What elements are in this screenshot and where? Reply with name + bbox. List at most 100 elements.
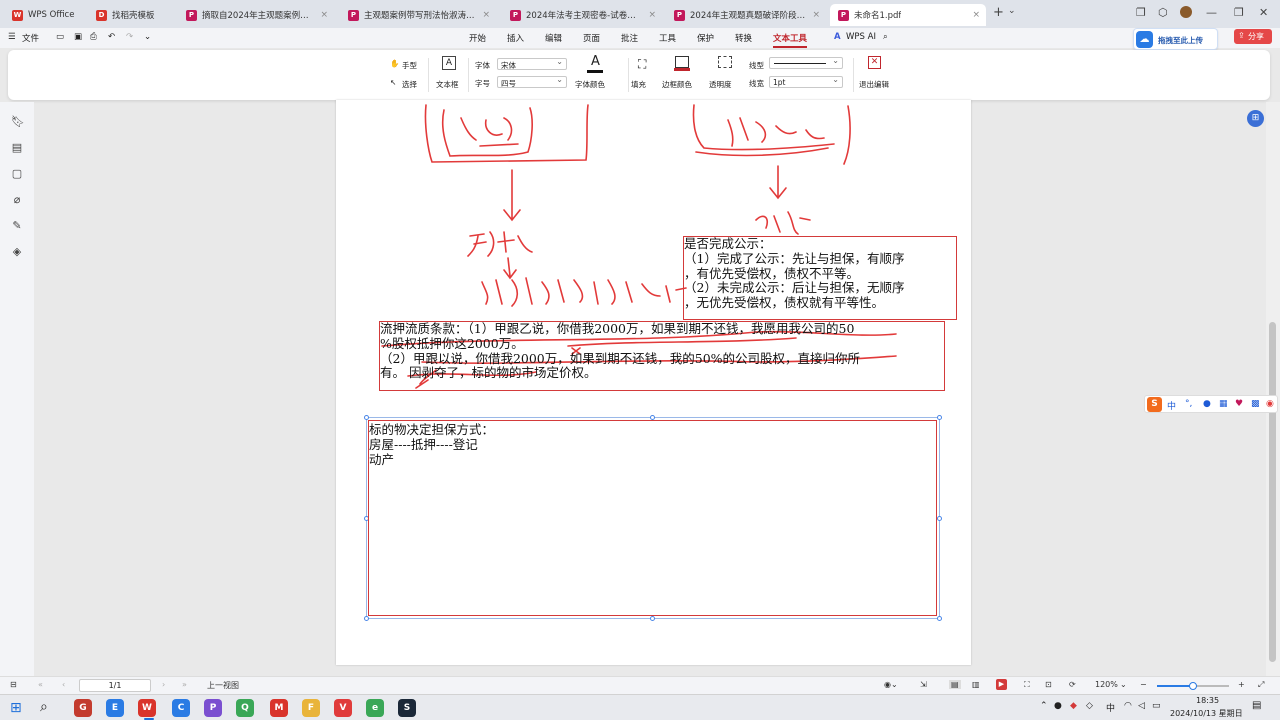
battery-icon[interactable]: ▭ — [1152, 701, 1161, 711]
tray-app-icon[interactable]: ◇ — [1086, 701, 1093, 711]
clock-date[interactable]: 2024/10/13 星期日 — [1170, 708, 1243, 719]
tab-document-2[interactable]: P 主观题案例带写刑法怡淑涛七题(1) × — [340, 4, 496, 26]
close-icon[interactable]: × — [648, 10, 656, 20]
taskbar-app-icon[interactable]: C — [172, 699, 190, 717]
sidebar-toggle-icon[interactable]: ⊟ — [10, 680, 17, 689]
wifi-icon[interactable]: ◠ — [1124, 701, 1132, 711]
save-icon[interactable]: ▣ — [74, 32, 82, 42]
page-number-input[interactable]: 1/1 — [79, 679, 151, 692]
scrollbar-thumb[interactable] — [1269, 322, 1276, 662]
avatar-icon[interactable]: ◉ — [1266, 399, 1274, 409]
font-color-button[interactable]: 字体颜色 — [575, 79, 605, 90]
ime-toolbar[interactable]: S 中 °, ● ▦ ♥ ▩ ◉ — [1144, 395, 1278, 413]
font-size-select[interactable]: 四号 — [497, 75, 567, 88]
chevron-up-icon[interactable]: ⌃ — [1040, 701, 1048, 711]
print-icon[interactable]: ⎙ — [90, 32, 97, 42]
line-type-select[interactable] — [769, 56, 843, 69]
publicity-textbox[interactable]: 是否完成公示： （1）完成了公示：先让与担保，有顺序 ，有优先受偿权，债权不平等… — [683, 236, 957, 320]
avatar[interactable] — [1180, 6, 1192, 18]
eye-icon[interactable]: ◉⌄ — [884, 680, 898, 689]
cloud-upload-button[interactable]: ☁ 拖拽至此上传 — [1133, 28, 1218, 50]
attachment-icon[interactable]: ⌀ — [11, 194, 23, 206]
search-icon[interactable]: ⌕ — [883, 32, 888, 42]
exit-edit-button[interactable]: 退出编辑 — [859, 79, 889, 90]
resize-handle[interactable] — [937, 516, 942, 521]
menu-start[interactable]: 开始 — [469, 32, 486, 44]
taskbar-wps-icon[interactable]: W — [138, 699, 156, 717]
chevron-down-icon[interactable]: ⌄ — [1008, 6, 1016, 16]
taskbar-app-icon[interactable]: M — [270, 699, 288, 717]
zoom-in-icon[interactable]: + — [1238, 680, 1245, 689]
close-icon[interactable]: × — [320, 10, 328, 20]
chevron-down-icon[interactable]: ⌄ — [144, 32, 151, 42]
first-page-icon[interactable]: « — [38, 680, 43, 689]
windows-start-icon[interactable]: ⊞ — [10, 700, 22, 716]
vertical-scrollbar[interactable] — [1266, 102, 1280, 676]
last-page-icon[interactable]: » — [182, 680, 187, 689]
zoom-slider[interactable] — [1157, 682, 1229, 690]
play-icon[interactable]: ▶ — [996, 679, 1007, 690]
tab-document-active[interactable]: P 未命名1.pdf × — [830, 4, 986, 26]
redo-icon[interactable]: ↷ — [126, 32, 133, 42]
taskbar-folder-icon[interactable]: F — [302, 699, 320, 717]
menu-wps-ai[interactable]: WPS AI — [846, 32, 876, 42]
thumbnail-icon[interactable]: ▤ — [11, 142, 23, 154]
fit-page-icon[interactable]: ⊡ — [1045, 680, 1052, 689]
maximize-icon[interactable]: ❐ — [1234, 6, 1244, 19]
menu-convert[interactable]: 转换 — [735, 32, 752, 44]
toolbox-icon[interactable]: ▩ — [1251, 399, 1260, 409]
select-tool-button[interactable]: 选择 — [402, 79, 417, 90]
cube-icon[interactable]: ⬡ — [1158, 6, 1168, 19]
taskbar-app-icon[interactable]: G — [74, 699, 92, 717]
fill-button[interactable]: 填充 — [631, 79, 646, 90]
fullscreen-icon[interactable]: ⛶ — [1024, 680, 1030, 690]
tray-app-icon[interactable]: ◆ — [1070, 701, 1077, 711]
pledge-clause-textbox[interactable]: 流押流质条款：（1）甲跟乙说，你借我2000万，如果到期不还钱，我愿用我公司的5… — [379, 321, 945, 391]
open-folder-icon[interactable]: ▭ — [56, 32, 64, 42]
double-page-icon[interactable]: ▥ — [972, 680, 980, 689]
taskbar-app-icon[interactable]: P — [204, 699, 222, 717]
single-page-icon[interactable]: ▤ — [949, 680, 961, 689]
tab-document-4[interactable]: P 2024年主观题真题破译阶段讲义-民法 × — [666, 4, 826, 26]
next-page-icon[interactable]: › — [162, 680, 165, 689]
share-button[interactable]: ⇪ 分享 — [1234, 29, 1272, 44]
zoom-select[interactable]: 120% — [1095, 680, 1118, 689]
zoom-out-icon[interactable]: − — [1140, 680, 1147, 689]
transparency-button[interactable]: 透明度 — [709, 79, 732, 90]
menu-text-tools[interactable]: 文本工具 — [773, 32, 808, 48]
close-icon[interactable]: × — [972, 10, 980, 20]
hand-tool-button[interactable]: 手型 — [402, 60, 417, 71]
resize-handle[interactable] — [937, 616, 942, 621]
microphone-icon[interactable]: ● — [1054, 701, 1062, 711]
close-icon[interactable]: × — [482, 10, 490, 20]
menu-protect[interactable]: 保护 — [697, 32, 714, 44]
notification-icon[interactable]: ▤ — [1252, 700, 1261, 711]
textbox-button[interactable]: 文本框 — [436, 79, 459, 90]
chevron-down-icon[interactable]: ⌄ — [1120, 680, 1127, 689]
font-family-select[interactable]: 宋体 — [497, 57, 567, 70]
speaker-icon[interactable]: ◁ — [1138, 701, 1145, 711]
clock-time[interactable]: 18:35 — [1196, 696, 1219, 705]
window-layout-icon[interactable]: ❐ — [1136, 6, 1146, 19]
menu-insert[interactable]: 插入 — [507, 32, 524, 44]
minimize-icon[interactable]: — — [1206, 6, 1217, 19]
microphone-icon[interactable]: ● — [1203, 399, 1211, 409]
new-tab-icon[interactable]: + — [993, 5, 1004, 20]
resize-handle[interactable] — [937, 415, 942, 420]
menu-edit[interactable]: 编辑 — [545, 32, 562, 44]
guarantee-textbox[interactable]: 标的物决定担保方式： 房屋----抵押----登记 动产 — [368, 420, 937, 616]
prev-page-icon[interactable]: ‹ — [62, 680, 65, 689]
layers-icon[interactable]: ◈ — [11, 246, 23, 258]
ime-indicator[interactable]: 中 — [1106, 701, 1115, 714]
undo-icon[interactable]: ↶ — [108, 32, 115, 42]
tab-document-1[interactable]: P 摘取自2024年主观题案例带写阶段 × — [178, 4, 334, 26]
tab-wps-office[interactable]: W WPS Office — [4, 4, 82, 26]
tab-template[interactable]: D 找稻壳模板 — [88, 4, 174, 26]
prev-view-button[interactable]: 上一视图 — [207, 680, 239, 691]
ime-mode[interactable]: 中 — [1167, 399, 1176, 412]
taskbar-app-icon[interactable]: Q — [236, 699, 254, 717]
rotate-icon[interactable]: ⟳ — [1069, 680, 1076, 689]
close-icon[interactable]: × — [812, 10, 820, 20]
keyboard-icon[interactable]: ▦ — [1219, 399, 1228, 409]
bookmark-icon[interactable]: 🔖︎ — [11, 116, 25, 128]
